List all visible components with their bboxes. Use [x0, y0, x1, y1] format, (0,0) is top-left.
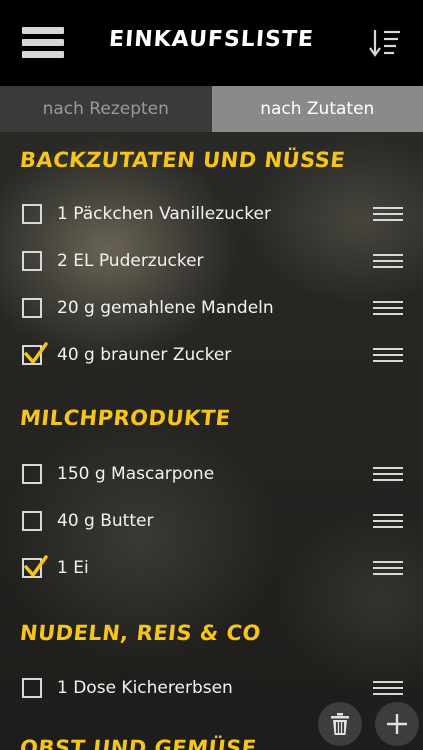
item-label: 1 Päckchen Vanillezucker [57, 204, 271, 224]
item-checkbox[interactable] [22, 464, 42, 484]
item-checkbox[interactable] [22, 678, 42, 698]
section-title-nudeln: NUDELN, REIS & CO [18, 621, 263, 645]
list-item: 40 g brauner Zucker [0, 333, 423, 377]
sort-list-icon[interactable] [369, 28, 401, 58]
view-tabs: nach Rezepten nach Zutaten [0, 86, 423, 132]
trash-icon [331, 713, 349, 735]
drag-handle-icon[interactable] [373, 514, 403, 528]
drag-handle-icon[interactable] [373, 254, 403, 268]
item-checkbox-checked[interactable] [22, 555, 48, 578]
section-title-backzutaten: BACKZUTATEN UND NÜSSE [18, 148, 347, 172]
list-item: 20 g gemahlene Mandeln [0, 286, 423, 330]
drag-handle-icon[interactable] [373, 467, 403, 481]
drag-handle-icon[interactable] [373, 681, 403, 695]
list-item: 40 g Butter [0, 499, 423, 543]
drag-handle-icon[interactable] [373, 301, 403, 315]
tab-nach-zutaten[interactable]: nach Zutaten [211, 86, 423, 132]
item-checkbox[interactable] [22, 511, 42, 531]
item-checkbox[interactable] [22, 298, 42, 318]
item-label: 40 g brauner Zucker [57, 345, 232, 365]
section-title-milchprodukte: MILCHPRODUKTE [18, 406, 232, 430]
item-label: 20 g gemahlene Mandeln [57, 298, 274, 318]
page-title: EINKAUFSLISTE [108, 26, 315, 52]
list-item: 1 Ei [0, 546, 423, 590]
item-label: 1 Ei [57, 558, 89, 578]
item-label: 40 g Butter [57, 511, 154, 531]
drag-handle-icon[interactable] [373, 561, 403, 575]
delete-button[interactable] [318, 702, 362, 746]
list-item: 1 Dose Kichererbsen [0, 666, 423, 710]
list-item: 2 EL Puderzucker [0, 239, 423, 283]
item-label: 1 Dose Kichererbsen [57, 678, 233, 698]
plus-icon [387, 714, 407, 734]
item-checkbox[interactable] [22, 204, 42, 224]
list-item: 150 g Mascarpone [0, 452, 423, 496]
hamburger-menu-icon[interactable] [22, 27, 64, 59]
drag-handle-icon[interactable] [373, 207, 403, 221]
app-header: EINKAUFSLISTE [0, 0, 423, 86]
item-checkbox[interactable] [22, 251, 42, 271]
section-title-obst: OBST UND GEMÜSE [18, 736, 258, 750]
tab-nach-rezepten[interactable]: nach Rezepten [0, 86, 212, 132]
checkmark-icon [24, 342, 48, 364]
item-checkbox-checked[interactable] [22, 342, 48, 365]
checkmark-icon [24, 555, 48, 577]
list-item: 1 Päckchen Vanillezucker [0, 192, 423, 236]
item-label: 2 EL Puderzucker [57, 251, 204, 271]
shopping-list: BACKZUTATEN UND NÜSSE 1 Päckchen Vanille… [0, 132, 423, 750]
item-label: 150 g Mascarpone [57, 464, 215, 484]
drag-handle-icon[interactable] [373, 348, 403, 362]
add-button[interactable] [375, 702, 419, 746]
